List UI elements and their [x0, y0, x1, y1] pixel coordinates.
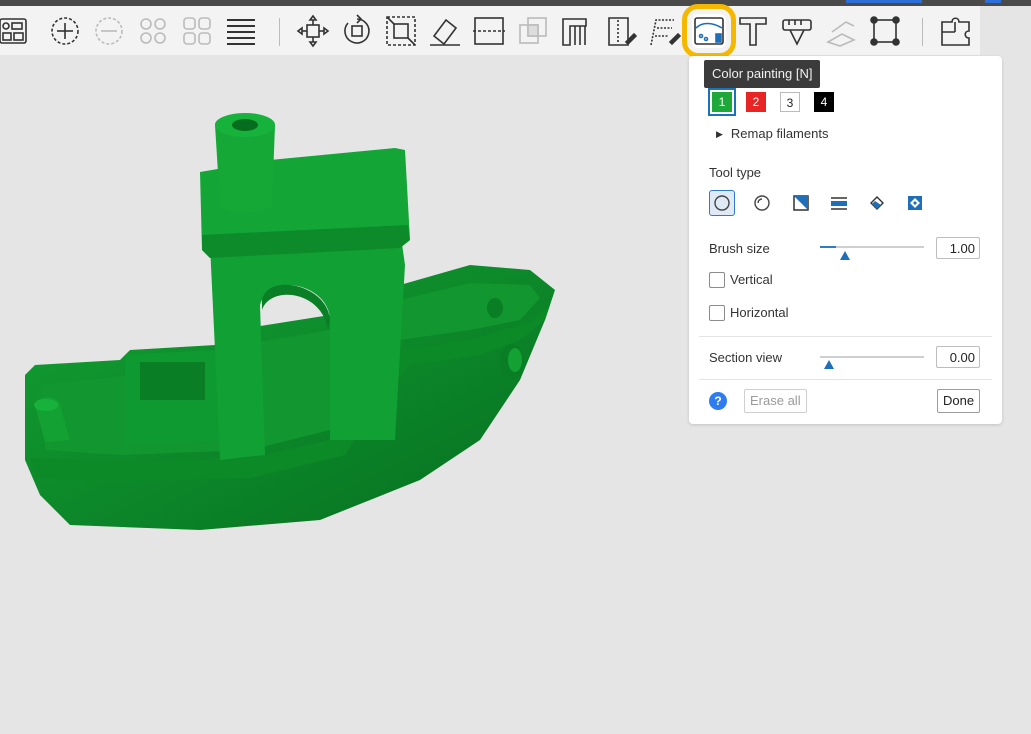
divider	[699, 336, 992, 337]
expand-triangle-icon: ▶	[716, 129, 723, 139]
done-button[interactable]: Done	[937, 389, 981, 413]
brush-size-label: Brush size	[709, 241, 770, 256]
brush-size-slider-fill	[820, 246, 836, 248]
height-range-icon[interactable]	[826, 190, 852, 216]
erase-all-button[interactable]: Erase all	[744, 389, 807, 413]
brush-size-slider-thumb[interactable]	[840, 251, 850, 260]
filament-swatch-2[interactable]: 2	[746, 92, 766, 112]
divider	[699, 379, 992, 380]
filament-swatch-3[interactable]: 3	[780, 92, 800, 112]
filament-swatch-4[interactable]: 4	[814, 92, 834, 112]
section-view-slider[interactable]	[820, 356, 924, 358]
filament-swatch-1[interactable]: 1	[708, 88, 736, 116]
horizontal-checkbox[interactable]	[709, 305, 725, 321]
tool-type-label: Tool type	[709, 165, 762, 180]
sphere-brush-icon[interactable]	[749, 190, 775, 216]
circle-brush-icon[interactable]	[709, 190, 735, 216]
brush-size-slider[interactable]	[820, 246, 924, 248]
horizontal-label: Horizontal	[730, 305, 789, 320]
remap-filaments-label: Remap filaments	[730, 126, 829, 141]
section-view-input[interactable]: 0.00	[936, 346, 980, 368]
help-icon[interactable]: ?	[709, 392, 727, 410]
vertical-checkbox[interactable]	[709, 272, 725, 288]
smart-fill-icon[interactable]	[902, 190, 928, 216]
section-view-slider-thumb[interactable]	[824, 360, 834, 369]
section-view-label: Section view	[709, 350, 782, 365]
tooltip: Color painting [N]	[704, 60, 821, 88]
vertical-label: Vertical	[730, 272, 773, 287]
bucket-fill-icon[interactable]	[864, 190, 890, 216]
brush-size-input[interactable]: 1.00	[936, 237, 980, 259]
remap-filaments-toggle[interactable]: ▶ Remap filaments	[716, 126, 828, 141]
triangle-fill-icon[interactable]	[788, 190, 814, 216]
